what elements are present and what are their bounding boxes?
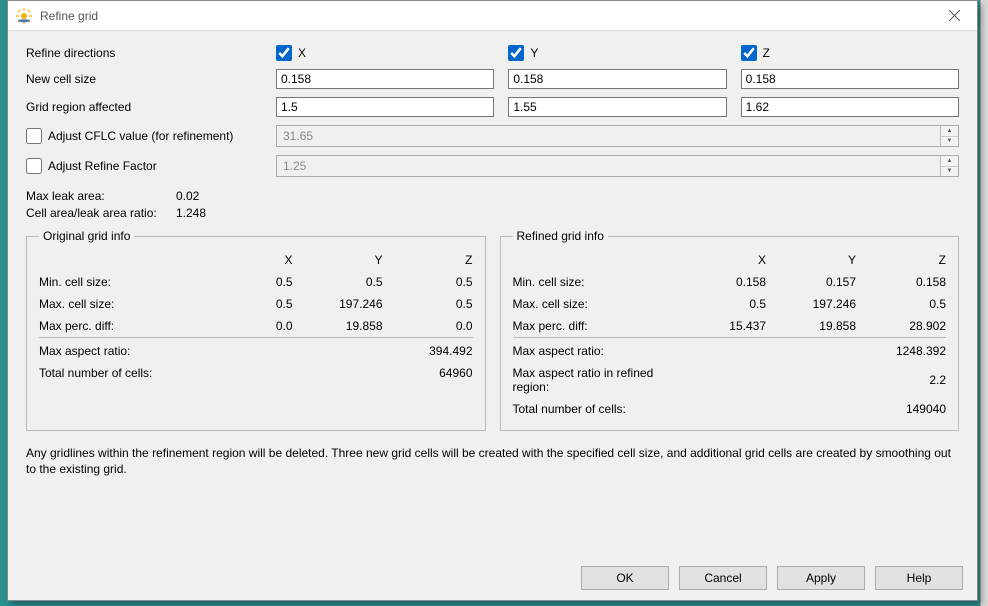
cflc-down-icon[interactable]: ▼	[941, 137, 958, 147]
cancel-button[interactable]: Cancel	[679, 566, 767, 590]
orig-total: 64960	[383, 362, 473, 384]
ref-hz: Z	[856, 249, 946, 271]
orig-max-label: Max. cell size:	[39, 293, 203, 315]
original-grid-info: Original grid info XYZ Min. cell size:0.…	[26, 229, 486, 431]
rf-value: 1.25	[283, 159, 306, 173]
cflc-spinner[interactable]: 31.65 ▲ ▼	[276, 125, 959, 147]
orig-pd-y: 19.858	[293, 315, 383, 338]
region-x-input[interactable]	[276, 97, 494, 117]
ok-button[interactable]: OK	[581, 566, 669, 590]
ref-min-z: 0.158	[856, 271, 946, 293]
orig-min-label: Min. cell size:	[39, 271, 203, 293]
ref-total: 149040	[856, 398, 946, 420]
orig-min-y: 0.5	[293, 271, 383, 293]
titlebar: Refine grid	[8, 1, 977, 31]
orig-pd-x: 0.0	[203, 315, 293, 338]
ref-min-x: 0.158	[676, 271, 766, 293]
ref-hy: Y	[766, 249, 856, 271]
close-button[interactable]	[931, 1, 977, 31]
ref-pd-label: Max perc. diff:	[513, 315, 677, 338]
ref-pd-x: 15.437	[676, 315, 766, 338]
help-button[interactable]: Help	[875, 566, 963, 590]
ref-max-x: 0.5	[676, 293, 766, 315]
grid-region-label: Grid region affected	[26, 100, 276, 114]
cell-ratio-label: Cell area/leak area ratio:	[26, 206, 176, 220]
ref-total-label: Total number of cells:	[513, 398, 677, 420]
cell-size-x-input[interactable]	[276, 69, 494, 89]
ref-min-label: Min. cell size:	[513, 271, 677, 293]
rf-down-icon[interactable]: ▼	[941, 167, 958, 177]
orig-total-label: Total number of cells:	[39, 362, 203, 384]
orig-hz: Z	[383, 249, 473, 271]
cell-ratio-value: 1.248	[176, 206, 226, 220]
ref-max-y: 197.246	[766, 293, 856, 315]
max-leak-value: 0.02	[176, 189, 226, 203]
app-icon	[16, 8, 32, 24]
orig-min-x: 0.5	[203, 271, 293, 293]
ref-max-z: 0.5	[856, 293, 946, 315]
cell-size-y-input[interactable]	[508, 69, 726, 89]
dir-x-checkbox[interactable]: X	[276, 45, 494, 61]
ref-aspect-rr: 2.2	[856, 362, 946, 398]
orig-pd-z: 0.0	[383, 315, 473, 338]
ref-aspect: 1248.392	[856, 338, 946, 363]
dir-y-label: Y	[530, 46, 538, 60]
orig-max-z: 0.5	[383, 293, 473, 315]
refine-note: Any gridlines within the refinement regi…	[26, 445, 959, 477]
button-bar: OK Cancel Apply Help	[8, 556, 977, 600]
orig-hx: X	[203, 249, 293, 271]
apply-button[interactable]: Apply	[777, 566, 865, 590]
cell-size-z-input[interactable]	[741, 69, 959, 89]
cflc-value: 31.65	[283, 129, 313, 143]
orig-max-x: 0.5	[203, 293, 293, 315]
orig-aspect-label: Max aspect ratio:	[39, 338, 203, 363]
orig-hy: Y	[293, 249, 383, 271]
rf-up-icon[interactable]: ▲	[941, 156, 958, 167]
ref-pd-y: 19.858	[766, 315, 856, 338]
rf-spinner[interactable]: 1.25 ▲ ▼	[276, 155, 959, 177]
region-y-input[interactable]	[508, 97, 726, 117]
orig-pd-label: Max perc. diff:	[39, 315, 203, 338]
region-z-input[interactable]	[741, 97, 959, 117]
adjust-rf-checkbox[interactable]: Adjust Refine Factor	[26, 158, 157, 174]
new-cell-size-label: New cell size	[26, 72, 276, 86]
window-title: Refine grid	[40, 9, 931, 23]
ref-max-label: Max. cell size:	[513, 293, 677, 315]
adjust-cflc-checkbox[interactable]: Adjust CFLC value (for refinement)	[26, 128, 233, 144]
ref-hx: X	[676, 249, 766, 271]
orig-min-z: 0.5	[383, 271, 473, 293]
ref-aspect-rr-label: Max aspect ratio in refined region:	[513, 362, 677, 398]
dir-y-checkbox[interactable]: Y	[508, 45, 726, 61]
dir-x-label: X	[298, 46, 306, 60]
refine-directions-label: Refine directions	[26, 46, 276, 60]
ref-pd-z: 28.902	[856, 315, 946, 338]
orig-aspect: 394.492	[383, 338, 473, 363]
refined-grid-info: Refined grid info XYZ Min. cell size:0.1…	[500, 229, 960, 431]
ref-legend: Refined grid info	[513, 229, 608, 243]
orig-max-y: 197.246	[293, 293, 383, 315]
dir-z-label: Z	[763, 46, 770, 60]
adjust-cflc-label: Adjust CFLC value (for refinement)	[48, 129, 233, 143]
refine-grid-dialog: Refine grid Refine directions X Y Z New …	[7, 0, 978, 601]
cflc-up-icon[interactable]: ▲	[941, 126, 958, 137]
adjust-rf-label: Adjust Refine Factor	[48, 159, 157, 173]
dir-z-checkbox[interactable]: Z	[741, 45, 959, 61]
ref-aspect-label: Max aspect ratio:	[513, 338, 677, 363]
orig-legend: Original grid info	[39, 229, 134, 243]
max-leak-label: Max leak area:	[26, 189, 176, 203]
ref-min-y: 0.157	[766, 271, 856, 293]
